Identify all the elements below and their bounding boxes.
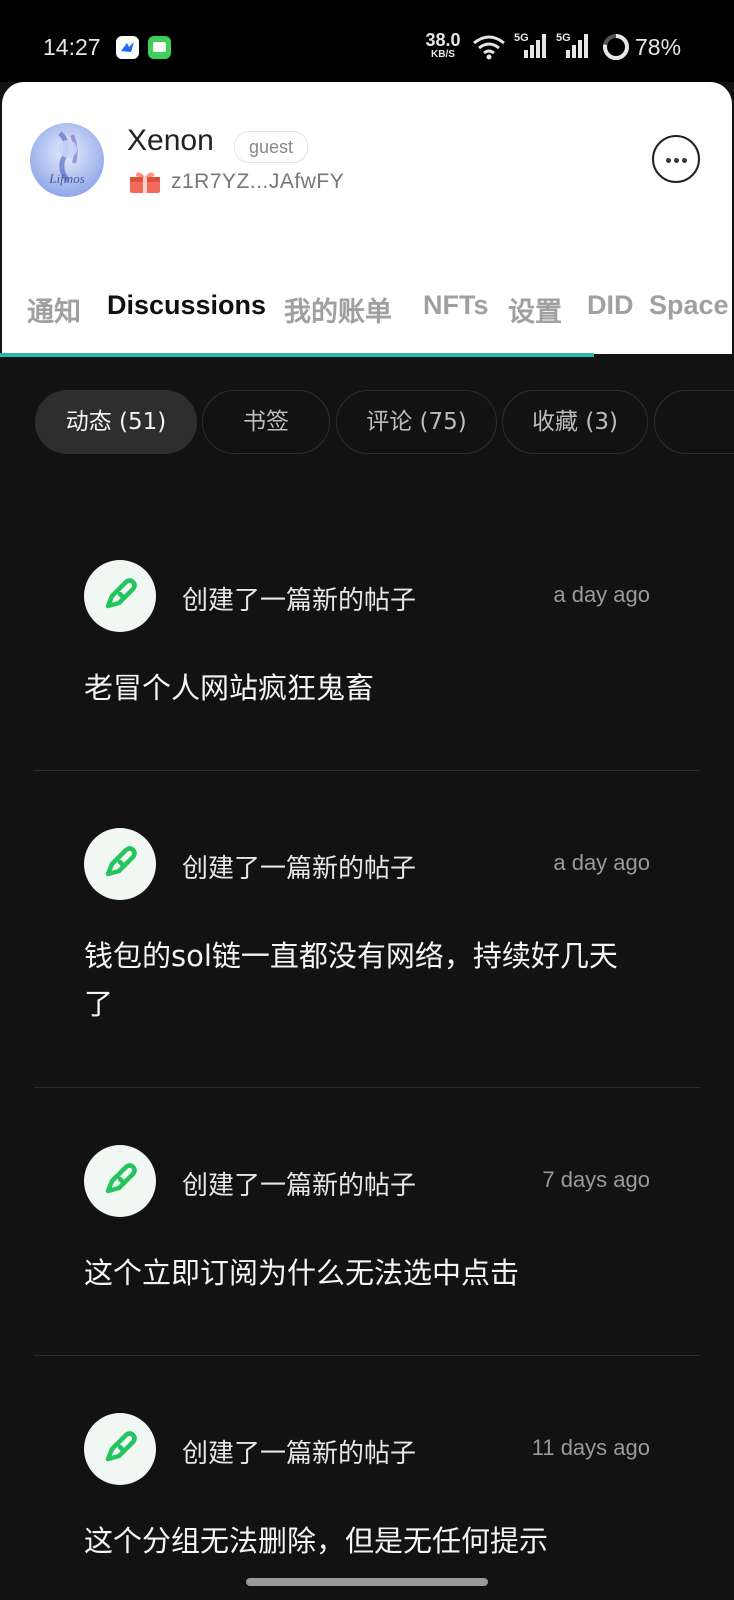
filter-activity[interactable]: 动态 (51) [35,390,197,454]
more-options-button[interactable] [652,135,700,183]
post-text: 这个立即订阅为什么无法选中点击 [84,1256,520,1290]
list-item[interactable]: 创建了一篇新的帖子 7 days ago 这个立即订阅为什么无法选中点击 [34,1145,700,1345]
list-item[interactable]: 创建了一篇新的帖子 a day ago 老冒个人网站疯狂鬼畜 [34,560,700,760]
post-time: a day ago [553,582,650,607]
gift-icon [129,170,161,198]
avatar-text: Lifmos [48,171,84,186]
link-pen-icon [84,828,156,900]
status-bar: 14:27 38.0 KB/S 5G 5G 78% [0,0,734,82]
network-speed-unit: KB/S [431,49,455,60]
post-time: a day ago [553,850,650,875]
filter-comments[interactable]: 评论 (75) [336,390,497,454]
wallet-address[interactable]: z1R7YZ...JAfwFY [171,170,344,194]
more-horizontal-icon [666,158,671,163]
list-item[interactable]: 创建了一篇新的帖子 a day ago 钱包的sol链一直都没有网络，持续好几天… [34,828,700,1068]
tab-active-indicator [0,353,594,357]
username: Xenon [127,124,214,157]
tab-settings[interactable]: 设置 [508,290,562,329]
filter-favorites[interactable]: 收藏 (3) [502,390,648,454]
role-badge: guest [234,131,309,163]
more-dot [682,158,687,163]
home-indicator[interactable] [246,1578,488,1586]
tab-my-bills[interactable]: 我的账单 [284,290,392,329]
filter-more-chip[interactable] [654,390,734,454]
battery-ring-icon [602,33,630,65]
post-time: 7 days ago [542,1167,650,1192]
network-speed-value: 38.0 [425,30,461,50]
tab-did[interactable]: DID [587,290,634,321]
more-dot [674,158,679,163]
divider [34,1087,700,1088]
tab-space[interactable]: Space [649,290,729,321]
network-speed: 38.0 KB/S [423,31,463,60]
list-item[interactable]: 创建了一篇新的帖子 11 days ago 这个分组无法删除，但是无任何提示 [34,1413,700,1588]
post-text: 这个分组无法删除，但是无任何提示 [84,1524,549,1558]
link-pen-icon [84,1145,156,1217]
message-app-icon [148,36,171,59]
post-action: 创建了一篇新的帖子 [182,586,417,616]
post-time: 11 days ago [531,1435,650,1460]
post-text: 钱包的sol链一直都没有网络，持续好几天了 [84,939,618,1021]
battery-percent: 78% [635,34,682,60]
wifi-icon [472,33,506,65]
filter-bookmarks[interactable]: 书签 [202,390,330,454]
avatar[interactable]: Lifmos [30,123,104,197]
post-text: 老冒个人网站疯狂鬼畜 [84,671,375,705]
post-action: 创建了一篇新的帖子 [182,1439,417,1469]
link-pen-icon [84,1413,156,1485]
divider [34,1355,700,1356]
tab-discussions[interactable]: Discussions [107,290,266,321]
tab-notifications[interactable]: 通知 [27,290,81,329]
post-action: 创建了一篇新的帖子 [182,854,417,884]
filter-chips: 动态 (51) 书签 评论 (75) 收藏 (3) [0,390,734,454]
profile-tabs: 通知 Discussions 我的账单 NFTs 设置 DID Space [0,290,734,330]
post-action: 创建了一篇新的帖子 [182,1171,417,1201]
divider [34,770,700,771]
notification-app-icon [116,36,139,59]
tab-nfts[interactable]: NFTs [423,290,489,321]
link-pen-icon [84,560,156,632]
status-time: 14:27 [43,34,101,60]
